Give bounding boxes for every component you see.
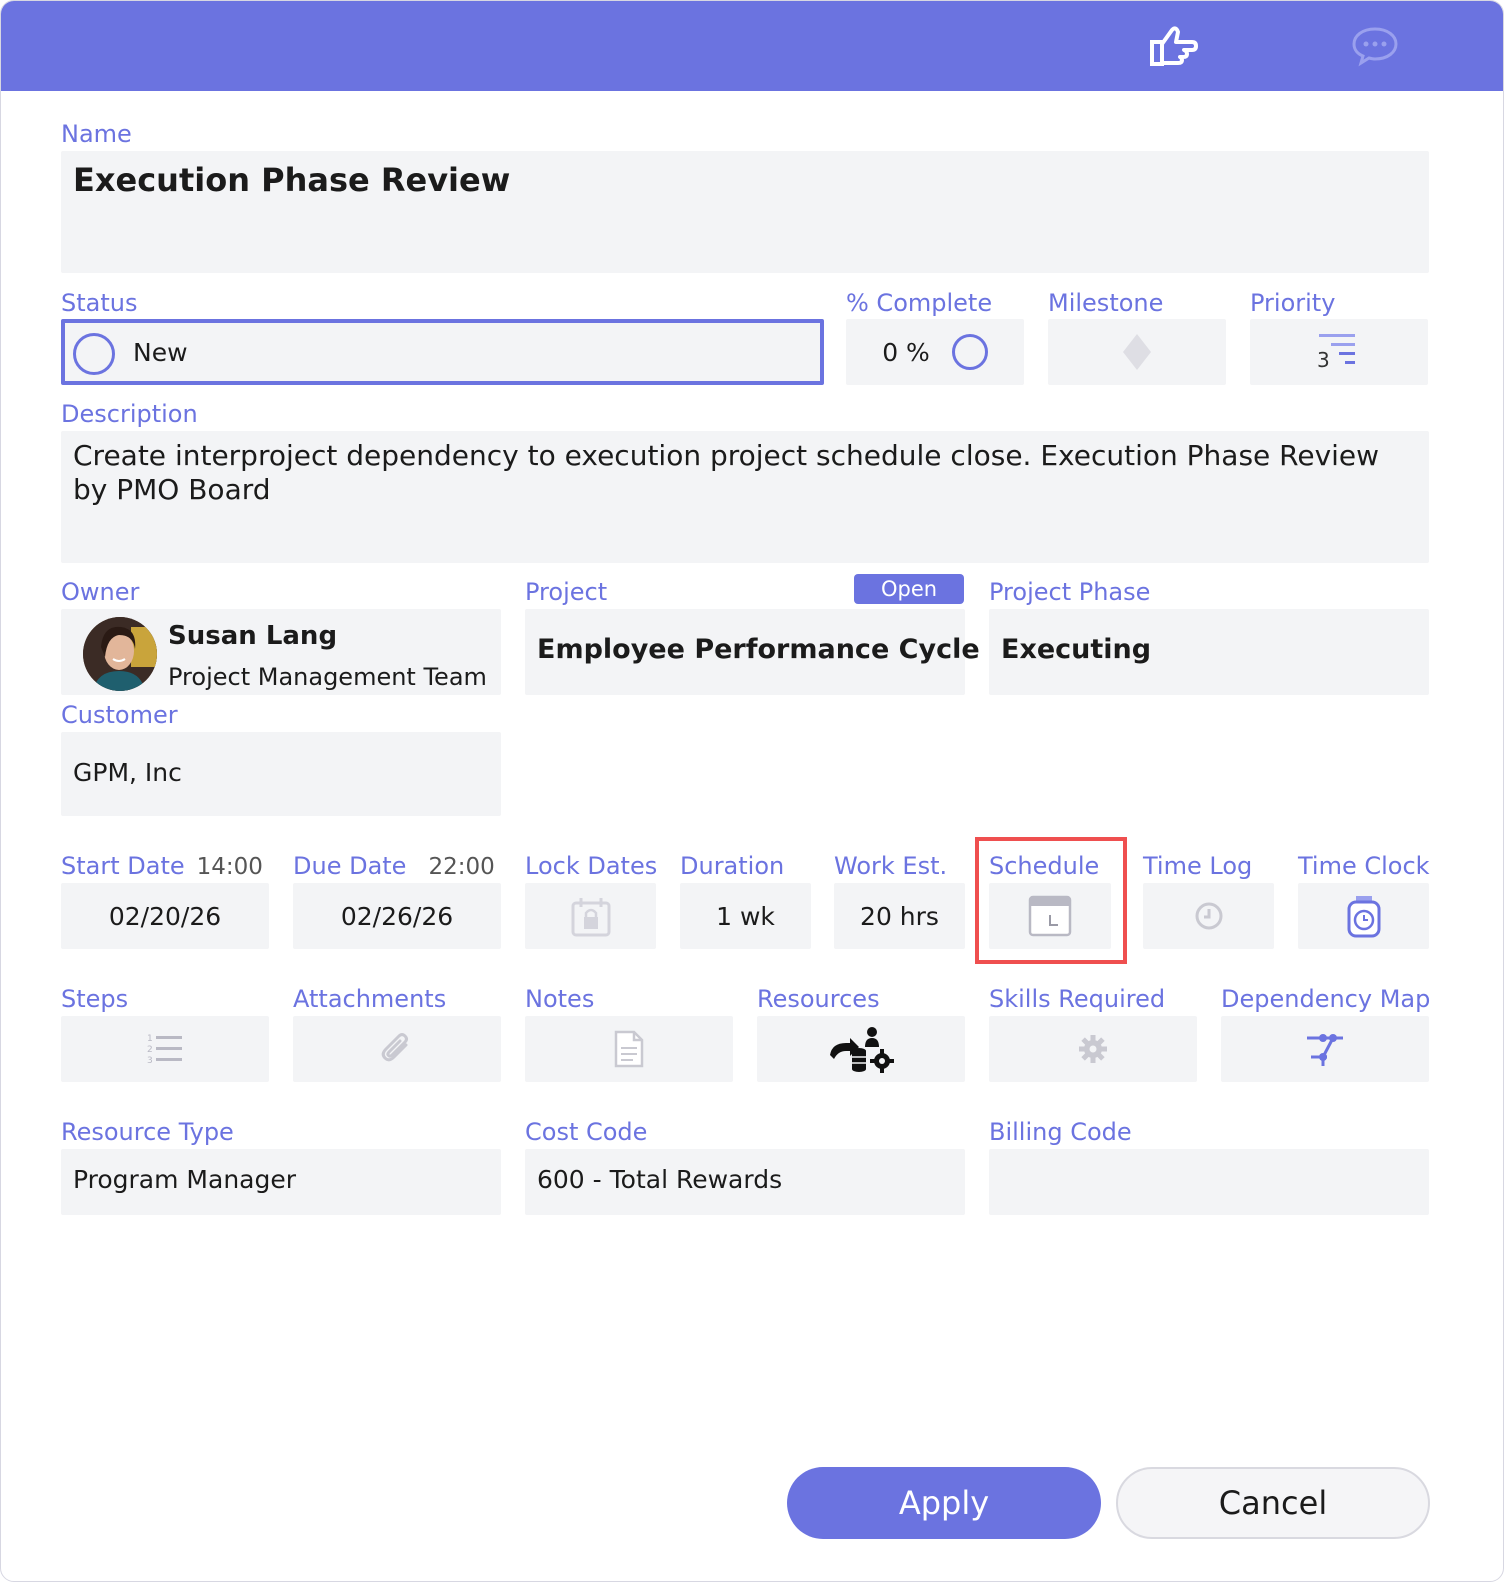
owner-team: Project Management Team (168, 663, 487, 691)
percent-complete-value: 0 % (882, 337, 930, 367)
priority-label: Priority (1250, 289, 1336, 317)
numbered-list-icon: 1 2 3 (147, 1034, 182, 1066)
start-date-label: Start Date 14:00 (61, 851, 263, 882)
skills-required-field[interactable] (989, 1016, 1197, 1082)
description-value: Create interproject dependency to execut… (73, 439, 1380, 506)
chat-icon[interactable] (1349, 23, 1401, 69)
description-label: Description (61, 400, 198, 428)
customer-field[interactable]: GPM, Inc (61, 732, 501, 816)
name-field[interactable]: Execution Phase Review (61, 151, 1429, 273)
status-badge: Open (854, 574, 964, 604)
time-log-field[interactable] (1143, 883, 1274, 949)
dependency-map-field[interactable] (1221, 1016, 1429, 1082)
start-date-label-text: Start Date (61, 852, 185, 880)
progress-ring-icon (951, 334, 988, 370)
document-icon (614, 1030, 644, 1068)
attachments-label: Attachments (293, 985, 447, 1013)
attachments-field[interactable] (293, 1016, 501, 1082)
svg-text:1: 1 (147, 1034, 153, 1044)
description-field[interactable]: Create interproject dependency to execut… (61, 431, 1429, 563)
customer-value: GPM, Inc (73, 758, 182, 787)
project-field[interactable]: Employee Performance Cycle (525, 609, 980, 695)
lock-dates-field[interactable] (525, 883, 656, 949)
timer-icon (1347, 896, 1380, 938)
duration-field[interactable]: 1 wk (680, 883, 811, 949)
milestone-label: Milestone (1048, 289, 1164, 317)
priority-field[interactable]: 3 (1250, 319, 1428, 385)
notes-label: Notes (525, 985, 595, 1013)
due-time: 22:00 (428, 854, 495, 880)
task-edit-dialog: Name Execution Phase Review Status New %… (0, 0, 1504, 1582)
dependency-map-label: Dependency Map (1221, 985, 1431, 1013)
work-est-value: 20 hrs (860, 901, 939, 931)
due-date-field[interactable]: 02/26/26 (293, 883, 501, 949)
dependency-map-icon (1307, 1034, 1343, 1066)
project-phase-label: Project Phase (989, 578, 1151, 606)
milestone-field[interactable] (1048, 319, 1226, 385)
gear-icon (1079, 1035, 1107, 1063)
project-phase-field[interactable]: Executing (989, 609, 1429, 695)
percent-complete-field[interactable]: 0 % (846, 319, 1024, 385)
paperclip-icon (381, 1033, 408, 1062)
project-value: Employee Performance Cycle (537, 634, 980, 665)
status-value: New (133, 338, 188, 367)
status-label: Status (61, 289, 138, 317)
duration-value: 1 wk (716, 901, 775, 931)
work-est-label: Work Est. (834, 852, 948, 880)
owner-name: Susan Lang (168, 621, 338, 651)
dialog-header (1, 1, 1503, 91)
cost-code-field[interactable]: 600 - Total Rewards (525, 1149, 965, 1215)
resource-type-label: Resource Type (61, 1118, 234, 1146)
cancel-button[interactable]: Cancel (1116, 1467, 1430, 1539)
due-date-label-text: Due Date (293, 852, 407, 880)
work-est-field[interactable]: 20 hrs (834, 883, 965, 949)
diamond-icon (1123, 334, 1151, 370)
status-field[interactable]: New (61, 319, 824, 385)
priority-icon: 3 (1317, 332, 1361, 372)
time-clock-field[interactable] (1298, 883, 1429, 949)
due-date-value: 02/26/26 (340, 901, 454, 931)
cost-code-label: Cost Code (525, 1118, 648, 1146)
skills-required-label: Skills Required (989, 985, 1166, 1013)
avatar (83, 617, 157, 691)
calendar-lock-icon (571, 898, 610, 937)
cost-code-value: 600 - Total Rewards (537, 1165, 783, 1194)
time-clock-label: Time Clock (1298, 852, 1430, 880)
due-date-label: Due Date 22:00 (293, 851, 495, 882)
start-time: 14:00 (196, 854, 263, 880)
customer-label: Customer (61, 701, 178, 729)
resources-field[interactable] (757, 1016, 965, 1082)
name-value: Execution Phase Review (73, 161, 511, 199)
billing-code-field[interactable] (989, 1149, 1429, 1215)
clock-icon (1195, 902, 1222, 930)
duration-label: Duration (680, 852, 785, 880)
priority-value: 3 (1317, 348, 1330, 372)
owner-label: Owner (61, 578, 140, 606)
percent-complete-label: % Complete (846, 289, 993, 317)
start-date-value: 02/20/26 (108, 901, 222, 931)
thumbs-up-icon[interactable] (1146, 23, 1198, 69)
time-log-label: Time Log (1143, 852, 1253, 880)
owner-field[interactable]: Susan Lang Project Management Team (61, 609, 501, 695)
lock-dates-label: Lock Dates (525, 852, 658, 880)
billing-code-label: Billing Code (989, 1118, 1132, 1146)
steps-label: Steps (61, 985, 129, 1013)
resource-type-field[interactable]: Program Manager (61, 1149, 501, 1215)
schedule-highlight (975, 837, 1127, 964)
svg-text:3: 3 (147, 1056, 153, 1066)
apply-button[interactable]: Apply (787, 1467, 1101, 1539)
project-label: Project (525, 578, 608, 606)
start-date-field[interactable]: 02/20/26 (61, 883, 269, 949)
name-label: Name (61, 120, 132, 148)
resource-assign-icon (830, 1027, 894, 1073)
steps-field[interactable]: 1 2 3 (61, 1016, 269, 1082)
status-circle-icon (73, 333, 115, 375)
notes-field[interactable] (525, 1016, 733, 1082)
project-phase-value: Executing (1001, 634, 1152, 665)
svg-text:2: 2 (147, 1045, 153, 1055)
resources-label: Resources (757, 985, 880, 1013)
resource-type-value: Program Manager (73, 1165, 297, 1194)
